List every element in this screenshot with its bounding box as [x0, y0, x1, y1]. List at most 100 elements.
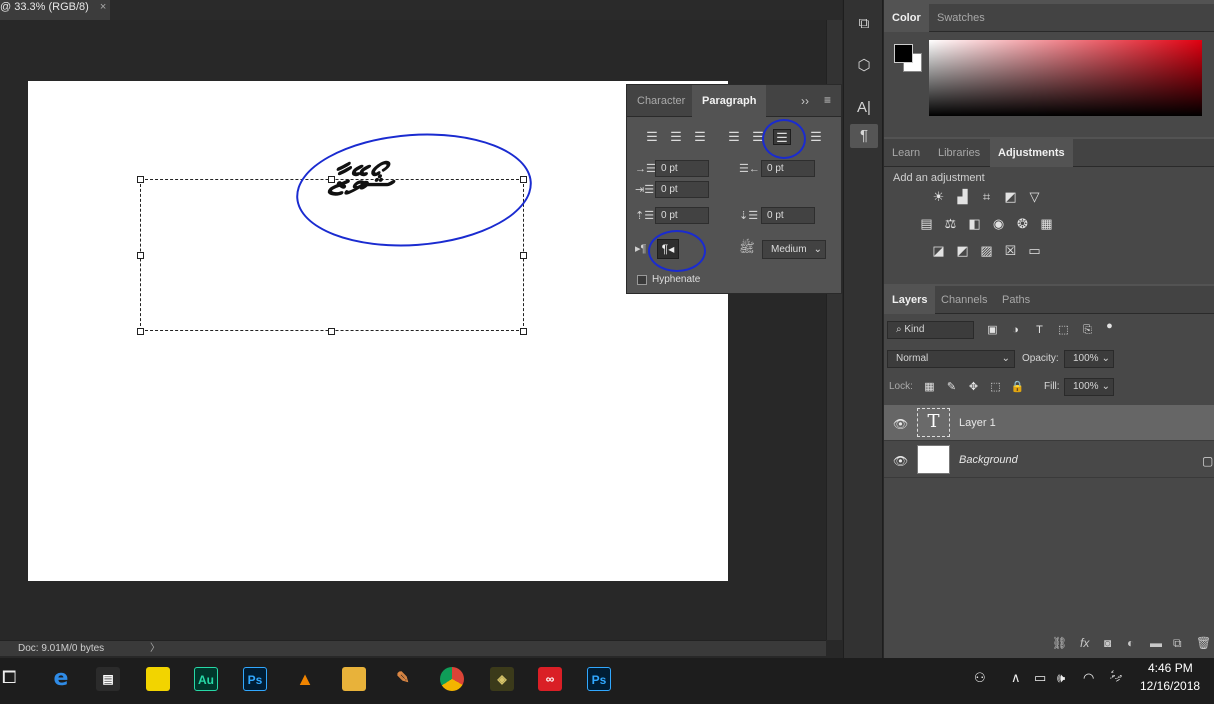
space-before-input[interactable]: 0 pt	[655, 207, 709, 224]
invert-icon[interactable]: ◪	[930, 242, 947, 259]
opacity-input[interactable]: 100% ⌄	[1064, 350, 1114, 368]
filter-smart-object-icon[interactable]: ⎘	[1079, 322, 1096, 339]
tab-color[interactable]: Color	[884, 4, 929, 32]
layer-name[interactable]: Background	[959, 454, 1018, 466]
gradient-map-icon[interactable]: ▭	[1026, 242, 1043, 259]
hyphenate-checkbox[interactable]	[637, 275, 647, 285]
fill-input[interactable]: 100% ⌄	[1064, 378, 1114, 396]
visibility-eye-icon[interactable]: 👁	[893, 417, 908, 431]
first-line-indent-input[interactable]: 0 pt	[655, 181, 709, 198]
audition-icon[interactable]: Au	[194, 667, 218, 691]
layer-row-background[interactable]: 👁 Background ▢	[884, 442, 1214, 478]
transform-handle[interactable]	[520, 328, 527, 335]
exposure-icon[interactable]: ◩	[1002, 188, 1019, 205]
visibility-eye-icon[interactable]: 👁	[893, 454, 908, 468]
align-center-icon[interactable]: ☰	[667, 129, 685, 145]
history-icon[interactable]: ⧉	[850, 12, 878, 36]
align-right-icon[interactable]: ☰	[691, 129, 709, 145]
transform-handle[interactable]	[520, 252, 527, 259]
paint-icon[interactable]: ✎	[391, 667, 415, 691]
color-lookup-icon[interactable]: ▦	[1038, 215, 1055, 232]
transform-handle[interactable]	[137, 176, 144, 183]
filter-toggle-icon[interactable]: ●	[1101, 318, 1118, 335]
lock-all-icon[interactable]: 🔒	[1009, 379, 1026, 396]
input-language-indicator[interactable]: ދިވެ	[1110, 670, 1121, 683]
threshold-icon[interactable]: ▨	[978, 242, 995, 259]
link-layers-icon[interactable]: ⛓	[1052, 636, 1067, 650]
delete-layer-icon[interactable]: 🗑	[1196, 636, 1211, 650]
vibrance-icon[interactable]: ▽	[1026, 188, 1043, 205]
tab-swatches[interactable]: Swatches	[929, 4, 993, 32]
photo-filter-icon[interactable]: ◉	[990, 215, 1007, 232]
add-mask-icon[interactable]: ◙	[1104, 636, 1111, 650]
channel-mixer-icon[interactable]: ❂	[1014, 215, 1031, 232]
transform-handle[interactable]	[328, 328, 335, 335]
indent-left-input[interactable]: 0 pt	[655, 160, 709, 177]
battery-icon[interactable]: ▭	[1034, 670, 1046, 686]
ltr-paragraph-icon[interactable]: ▸¶	[635, 242, 646, 255]
chevron-up-icon[interactable]: ∧	[1011, 670, 1021, 686]
transform-handle[interactable]	[137, 252, 144, 259]
edge-icon[interactable]: e	[49, 667, 73, 691]
lock-position-icon[interactable]: ✥	[965, 379, 982, 396]
blend-mode-select[interactable]: Normal ⌄	[887, 350, 1015, 368]
tab-paragraph[interactable]: Paragraph	[692, 85, 767, 117]
filter-pixel-icon[interactable]: ▣	[984, 322, 1001, 339]
lock-artboard-icon[interactable]: ⬚	[987, 379, 1004, 396]
sticky-notes-icon[interactable]	[146, 667, 170, 691]
filter-shape-icon[interactable]: ⬚	[1055, 322, 1072, 339]
new-group-icon[interactable]: ▬	[1150, 636, 1162, 650]
layer-row-layer-1[interactable]: 👁 T Layer 1	[884, 405, 1214, 441]
layer-name[interactable]: Layer 1	[959, 417, 996, 429]
justify-all-icon[interactable]: ☰	[807, 129, 825, 145]
document-tab[interactable]: @ 33.3% (RGB/8) ×	[0, 0, 110, 20]
creative-cloud-icon[interactable]: ∞	[538, 667, 562, 691]
task-view-icon[interactable]: ⧠	[2, 667, 16, 688]
character-icon[interactable]: A|	[850, 96, 878, 120]
indent-right-input[interactable]: 0 pt	[761, 160, 815, 177]
fx-icon[interactable]: fx	[1080, 636, 1089, 650]
volume-icon[interactable]: 🕪	[1057, 670, 1065, 686]
selective-color-icon[interactable]: ☒	[1002, 242, 1019, 259]
clock-date[interactable]: 12/16/2018	[1140, 679, 1200, 693]
tab-adjustments[interactable]: Adjustments	[990, 139, 1073, 167]
layer-filter-select[interactable]: ⌕ Kind	[887, 321, 974, 339]
collapse-icon[interactable]: ››	[801, 94, 809, 108]
file-explorer-icon[interactable]	[342, 667, 366, 691]
lock-pixels-icon[interactable]: ✎	[943, 379, 960, 396]
photoshop-icon[interactable]: Ps	[243, 667, 267, 691]
vlc-icon[interactable]: ▲	[293, 667, 317, 691]
quran-app-icon[interactable]: ◈	[490, 667, 514, 691]
transform-handle[interactable]	[137, 328, 144, 335]
color-spectrum[interactable]	[929, 40, 1202, 116]
curves-icon[interactable]: ⌗	[978, 188, 995, 205]
people-icon[interactable]: ⚇	[974, 670, 986, 686]
justify-last-left-icon[interactable]: ☰	[725, 129, 743, 145]
3d-icon[interactable]: ⬡	[850, 54, 878, 78]
paragraph-icon[interactable]: ¶	[850, 124, 878, 148]
color-balance-icon[interactable]: ⚖	[942, 215, 959, 232]
tab-libraries[interactable]: Libraries	[930, 139, 988, 167]
wifi-icon[interactable]: ◠	[1083, 670, 1094, 686]
tab-learn[interactable]: Learn	[884, 139, 928, 167]
posterize-icon[interactable]: ◩	[954, 242, 971, 259]
filter-type-icon[interactable]: T	[1031, 322, 1048, 339]
tab-layers[interactable]: Layers	[884, 286, 936, 314]
space-after-input[interactable]: 0 pt	[761, 207, 815, 224]
chrome-icon[interactable]	[440, 667, 464, 691]
status-menu-arrow[interactable]: 〉	[150, 641, 160, 657]
lock-transparent-icon[interactable]: ▦	[921, 379, 938, 396]
tab-paths[interactable]: Paths	[994, 286, 1038, 314]
tab-character[interactable]: Character	[627, 85, 695, 117]
new-adjustment-layer-icon[interactable]: ◐	[1127, 636, 1134, 650]
foreground-color-swatch[interactable]	[894, 44, 913, 63]
brightness-icon[interactable]: ☀	[930, 188, 947, 205]
justification-method-select[interactable]: Medium ⌄	[762, 240, 826, 259]
levels-icon[interactable]: ▟	[954, 188, 971, 205]
photoshop-2-icon[interactable]: Ps	[587, 667, 611, 691]
black-white-icon[interactable]: ◧	[966, 215, 983, 232]
close-icon[interactable]: ×	[100, 1, 106, 13]
new-layer-icon[interactable]: ⧉	[1173, 636, 1182, 651]
filter-adjustment-icon[interactable]: ◑	[1007, 322, 1024, 339]
panel-menu-icon[interactable]: ≡	[824, 93, 831, 107]
